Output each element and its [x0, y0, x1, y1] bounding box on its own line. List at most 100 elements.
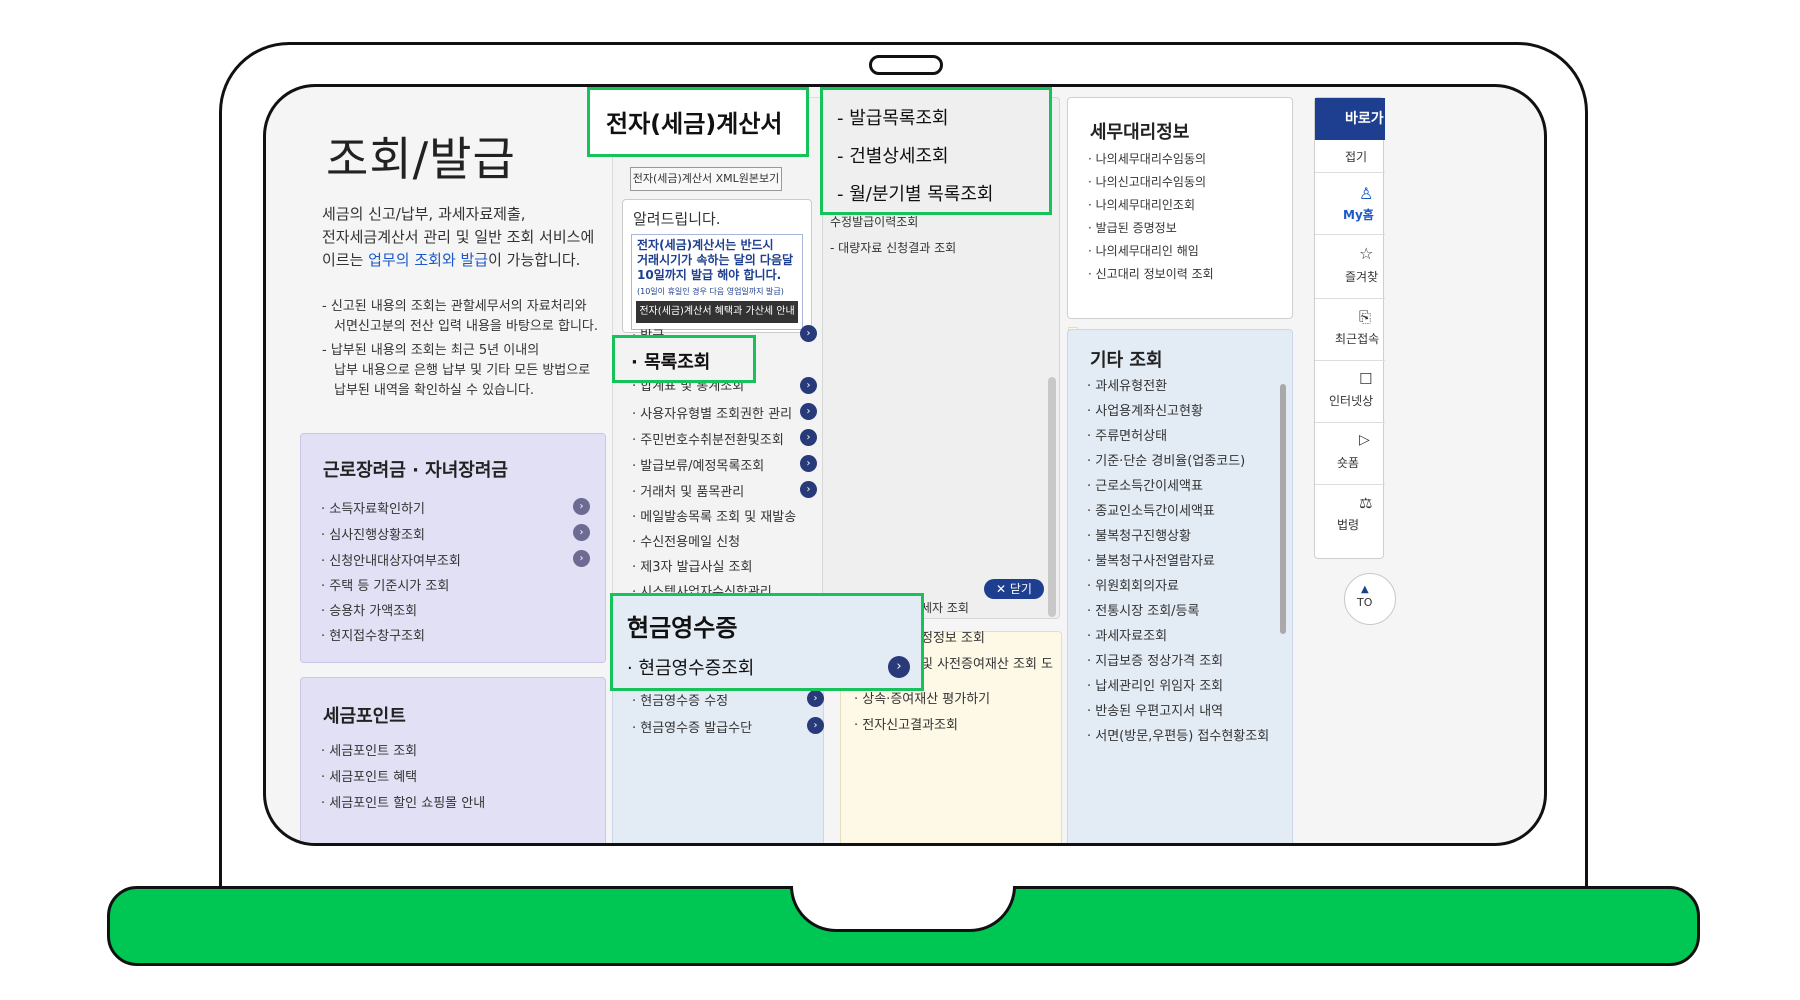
item-label: 나의세무대리수임동의 — [1095, 152, 1207, 166]
earned-income-item[interactable]: · 신청안내대상자여부조회 — [321, 550, 461, 569]
other-query-item[interactable]: · 지급보증 정상가격 조회 — [1087, 650, 1269, 675]
quick-menu-item-law[interactable]: 법령 — [1337, 516, 1359, 533]
item-label: 전통시장 조회/등록 — [1095, 604, 1200, 619]
quick-menu-item-favorites[interactable]: 즐겨찾 — [1345, 268, 1378, 285]
other-query-item[interactable]: · 과세자료조회 — [1087, 625, 1269, 650]
callout-query-issue-list[interactable]: - 발급목록조회 — [837, 104, 949, 130]
earned-income-item[interactable]: · 소득자료확인하기 — [321, 498, 425, 517]
item-label: 과세자료조회 — [1095, 629, 1168, 644]
other-query-item[interactable]: · 불복청구진행상황 — [1087, 525, 1269, 550]
laptop-screen: 조회/발급 세금의 신고/납부, 과세자료제출, 전자세금계산서 관리 및 일반… — [263, 84, 1547, 846]
chevron-right-icon[interactable]: › — [807, 690, 824, 707]
other-query-item[interactable]: · 기준·단순 경비율(업종코드) — [1087, 450, 1269, 475]
quick-menu-title: 바로가 — [1315, 98, 1385, 140]
quick-menu-item-recent[interactable]: 최근접속 — [1335, 330, 1379, 347]
submenu-item[interactable]: - 대량자료 신청결과 조회 — [830, 239, 956, 256]
earned-income-item[interactable]: · 현지접수창구조회 — [321, 625, 425, 644]
callout-list-query[interactable]: · 목록조회 — [612, 335, 756, 383]
notice-benefit-button[interactable]: 전자(세금)계산서 혜택과 가산세 안내 — [636, 301, 798, 323]
intro-description: 세금의 신고/납부, 과세자료제출, 전자세금계산서 관리 및 일반 조회 서비… — [322, 203, 594, 272]
chevron-right-icon[interactable]: › — [800, 325, 817, 342]
earned-income-item[interactable]: · 심사진행상황조회 — [321, 524, 425, 543]
quick-menu-collapse[interactable]: 접기 — [1345, 148, 1367, 165]
earned-income-item[interactable]: · 승용차 가액조회 — [321, 600, 417, 619]
chevron-right-icon[interactable]: › — [800, 455, 817, 472]
other-middle-item[interactable]: 세자 조회 — [921, 599, 969, 616]
item-label: 정정보 조회 — [921, 631, 985, 646]
star-icon: ☆ — [1359, 244, 1374, 263]
intro-desc-link[interactable]: 업무의 조회와 발급 — [368, 251, 488, 269]
other-query-item[interactable]: · 종교인소득간이세액표 — [1087, 500, 1269, 525]
other-query-item[interactable]: · 주류면허상태 — [1087, 425, 1269, 450]
page-title: 조회/발급 — [326, 132, 516, 186]
other-query-item[interactable]: · 납세관리인 위임자 조회 — [1087, 675, 1269, 700]
other-query-item[interactable]: · 불복청구사전열람자료 — [1087, 550, 1269, 575]
etax-item[interactable]: · 주민번호수취분전환및조회 — [632, 429, 784, 448]
etax-item[interactable]: · 거래처 및 품목관리 — [632, 481, 744, 500]
etax-item[interactable]: · 사용자유형별 조회권한 관리 — [632, 403, 792, 422]
callout-query-periodic[interactable]: - 월/분기별 목록조회 — [837, 180, 993, 206]
callout-query-detail[interactable]: - 건별상세조회 — [837, 142, 949, 168]
tax-agent-item[interactable]: · 신고대리 정보이력 조회 — [1088, 265, 1214, 282]
item-label: 종교인소득간이세액표 — [1095, 504, 1215, 519]
other-query-item[interactable]: · 위원회회의자료 — [1087, 575, 1269, 600]
other-middle-item[interactable]: 정정보 조회 — [921, 627, 985, 646]
etax-item[interactable]: · 메일발송목록 조회 및 재발송 — [632, 506, 796, 525]
earned-income-title: 근로장려금 · 자녀장려금 — [323, 460, 508, 481]
tax-agent-panel: 세무대리정보 · 나의세무대리수임동의 · 나의신고대리수임동의 · 나의세무대… — [1067, 97, 1293, 319]
callout-cash-query[interactable]: · 현금영수증조회 — [627, 654, 754, 680]
tax-agent-item[interactable]: · 나의신고대리수임동의 — [1088, 173, 1206, 190]
other-middle-item[interactable]: 및 사전증여재산 조회 도 — [921, 653, 1053, 672]
xml-view-button[interactable]: 전자(세금)계산서 XML원본보기 — [630, 167, 782, 191]
tax-agent-item[interactable]: · 나의세무대리인조회 — [1088, 196, 1195, 213]
item-label: 불복청구사전열람자료 — [1095, 554, 1215, 569]
quick-menu-item-internet[interactable]: 인터넷상 — [1329, 392, 1373, 409]
other-middle-item[interactable]: · 전자신고결과조회 — [854, 714, 958, 733]
note1-line2: 서면신고분의 전산 입력 내용을 바탕으로 합니다. — [334, 319, 598, 334]
chevron-right-icon[interactable]: › — [573, 524, 590, 541]
chevron-right-icon[interactable]: › — [800, 403, 817, 420]
cash-receipt-item[interactable]: · 현금영수증 수정 — [632, 690, 728, 709]
tax-point-item[interactable]: · 세금포인트 혜택 — [321, 766, 417, 785]
tax-point-item[interactable]: · 세금포인트 할인 쇼핑몰 안내 — [321, 792, 485, 811]
etax-item[interactable]: · 발급보류/예정목록조회 — [632, 455, 764, 474]
other-query-item[interactable]: · 과세유형전환 — [1087, 375, 1269, 400]
note2-line3: 납부된 내역을 확인하실 수 있습니다. — [334, 383, 535, 398]
other-query-item[interactable]: · 근로소득간이세액표 — [1087, 475, 1269, 500]
item-label: 과세유형전환 — [1095, 379, 1168, 394]
other-query-item[interactable]: · 사업용계좌신고현황 — [1087, 400, 1269, 425]
tax-point-item[interactable]: · 세금포인트 조회 — [321, 740, 417, 759]
close-button[interactable]: ✕ 닫기 — [984, 579, 1044, 599]
close-icon: ✕ — [996, 582, 1007, 596]
earned-income-panel: 근로장려금 · 자녀장려금 · 소득자료확인하기 › · 심사진행상황조회 › … — [300, 433, 606, 663]
quick-menu-item-shortform[interactable]: 숏폼 — [1337, 454, 1359, 471]
chevron-right-icon[interactable]: › — [573, 498, 590, 515]
tax-agent-item[interactable]: · 나의세무대리인 해임 — [1088, 242, 1199, 259]
other-query-item[interactable]: · 서면(방문,우편등) 접수현황조회 — [1087, 725, 1269, 750]
chevron-right-icon[interactable]: › — [800, 377, 817, 394]
chevron-right-icon[interactable]: › — [800, 481, 817, 498]
quick-menu-item-myhome[interactable]: My홈 — [1343, 206, 1374, 223]
other-query-scrollbar[interactable] — [1280, 384, 1286, 634]
chevron-right-icon[interactable]: › — [888, 656, 910, 678]
submenu-scrollbar[interactable] — [1048, 377, 1056, 617]
callout-list-query-text: · 목록조회 — [631, 352, 711, 373]
user-icon: ♙ — [1359, 184, 1374, 203]
chevron-right-icon[interactable]: › — [807, 717, 824, 734]
recent-icon: ⎘ — [1359, 308, 1372, 326]
top-button[interactable]: ▲ TO — [1344, 573, 1396, 625]
chevron-right-icon[interactable]: › — [573, 550, 590, 567]
etax-item[interactable]: · 수신전용메일 신청 — [632, 531, 740, 550]
chevron-right-icon[interactable]: › — [800, 429, 817, 446]
callout-etax-title-text: 전자(세금)계산서 — [606, 110, 783, 138]
tax-agent-item[interactable]: · 나의세무대리수임동의 — [1088, 150, 1206, 167]
etax-item[interactable]: · 제3자 발급사실 조회 — [632, 556, 752, 575]
tax-agent-item[interactable]: · 발급된 증명정보 — [1088, 219, 1177, 236]
cash-receipt-item[interactable]: · 현금영수증 발급수단 — [632, 717, 752, 736]
earned-income-item[interactable]: · 주택 등 기준시가 조회 — [321, 575, 449, 594]
submenu-item[interactable]: 수정발급이력조회 — [830, 213, 918, 230]
other-query-item[interactable]: · 반송된 우편고지서 내역 — [1087, 700, 1269, 725]
other-query-item[interactable]: · 전통시장 조회/등록 — [1087, 600, 1269, 625]
callout-cash-title: 현금영수증 — [627, 614, 738, 642]
notice-line1: 전자(세금)계산서는 반드시 — [637, 238, 774, 252]
